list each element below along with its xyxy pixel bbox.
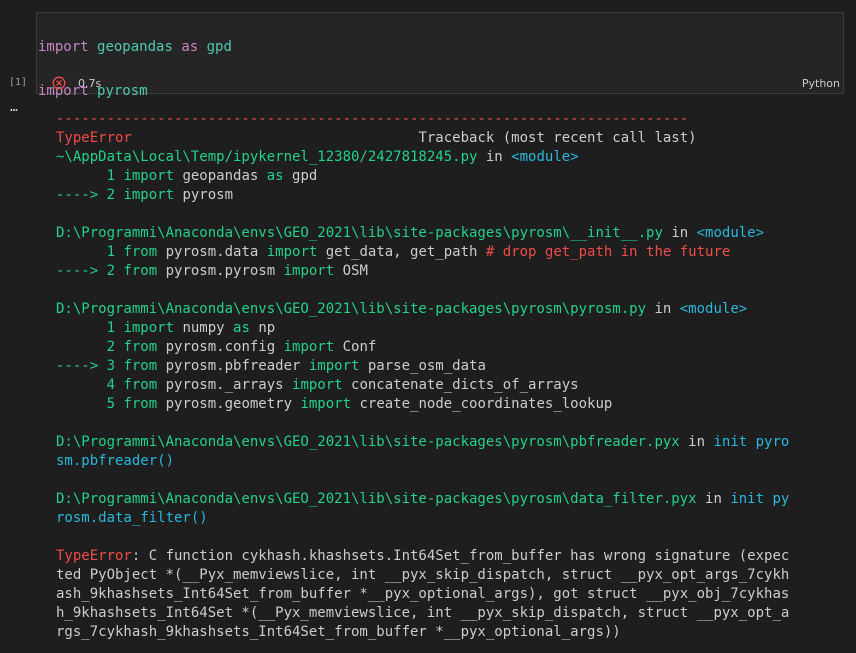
line-number: 4 [56, 377, 124, 393]
frame-path: D:\Programmi\Anaconda\envs\GEO_2021\lib\… [56, 491, 697, 507]
traceback-code-line: 1 import geopandas as gpd [56, 167, 789, 186]
code-token: from [123, 396, 158, 412]
traceback-separator: ----------------------------------------… [56, 110, 789, 129]
language-selector[interactable]: Python [802, 77, 840, 90]
line-number: 1 [56, 320, 124, 336]
line-number: 1 [56, 168, 124, 184]
frame-path: D:\Programmi\Anaconda\envs\GEO_2021\lib\… [56, 434, 680, 450]
code-token: get_data, get_path [317, 244, 486, 260]
separator-dashes: ----------------------------------------… [56, 111, 689, 127]
code-token: pyrosm.geometry [157, 396, 301, 412]
final-error-message: : C function cykhash.khashsets.Int64Set_… [56, 548, 790, 640]
line-number: ----> 3 [56, 358, 124, 374]
code-token: pyrosm.data [157, 244, 267, 260]
frame-in: in [671, 225, 689, 241]
frame-header: D:\Programmi\Anaconda\envs\GEO_2021\lib\… [56, 490, 789, 528]
code-token: from [123, 358, 158, 374]
code-token: OSM [334, 263, 368, 279]
code-token: as [233, 320, 250, 336]
traceback-code-line: 1 import numpy as np [56, 319, 789, 338]
traceback-title: Traceback (most recent call last) [418, 130, 697, 146]
code-token: create_node_coordinates_lookup [351, 396, 613, 412]
error-type: TypeError [56, 130, 132, 146]
error-circle-icon [52, 76, 66, 90]
code-token: pyrosm.config [157, 339, 284, 355]
code-token: pyrosm.pyrosm [157, 263, 284, 279]
code-token: parse_osm_data [359, 358, 486, 374]
code-token: pyrosm._arrays [157, 377, 293, 393]
frame-function: <module> [679, 301, 748, 317]
code-token: import [123, 320, 175, 336]
final-error: TypeError: C function cykhash.khashsets.… [56, 547, 789, 642]
code-token: from [123, 244, 158, 260]
frame-header: D:\Programmi\Anaconda\envs\GEO_2021\lib\… [56, 300, 789, 319]
ellipsis-icon[interactable]: … [10, 100, 19, 115]
code-line: import pyrosm [38, 83, 148, 99]
code-token: import [266, 244, 318, 260]
code-token: import [123, 187, 175, 203]
traceback-code-line: 2 from pyrosm.config import Conf [56, 338, 789, 357]
frame-header: D:\Programmi\Anaconda\envs\GEO_2021\lib\… [56, 433, 789, 471]
line-number: 1 [56, 244, 124, 260]
frame-in: in [705, 491, 722, 507]
line-number: 2 [56, 339, 124, 355]
code-token: pyrosm.pbfreader [157, 358, 309, 374]
frame-in: in [485, 149, 503, 165]
traceback-code-line: ----> 2 from pyrosm.pyrosm import OSM [56, 262, 789, 281]
code-token: import [283, 339, 335, 355]
code-token: geopandas [174, 168, 267, 184]
frame-in: in [688, 434, 706, 450]
code-token: import [292, 377, 343, 393]
execution-time: 0.7s [78, 77, 102, 90]
line-number: ----> 2 [56, 263, 124, 279]
line-number: 5 [56, 396, 124, 412]
code-token: as [266, 168, 284, 184]
code-token: from [123, 263, 158, 279]
code-token: import [283, 263, 335, 279]
frame-function: <module> [696, 225, 765, 241]
code-token: from [123, 377, 158, 393]
code-token: import [300, 396, 352, 412]
code-token: np [249, 320, 276, 336]
frame-path: D:\Programmi\Anaconda\envs\GEO_2021\lib\… [56, 225, 663, 241]
frame-function: <module> [511, 149, 579, 165]
code-token: pyrosm [174, 187, 234, 203]
frame-header: D:\Programmi\Anaconda\envs\GEO_2021\lib\… [56, 224, 789, 243]
traceback-code-line: 1 from pyrosm.data import get_data, get_… [56, 243, 789, 262]
code-token: # drop get_path in the future [485, 244, 731, 260]
frame-in: in [654, 301, 672, 317]
code-token: gpd [283, 168, 318, 184]
code-line: import geopandas as gpd [38, 39, 232, 55]
traceback-code-line: 4 from pyrosm._arrays import concatenate… [56, 376, 789, 395]
execution-count: [1] [9, 77, 28, 88]
code-token: from [123, 339, 158, 355]
code-editor[interactable]: import geopandas as gpd import pyrosm [38, 14, 232, 124]
line-number: ----> 2 [56, 187, 124, 203]
code-token: concatenate_dicts_of_arrays [342, 377, 579, 393]
traceback-code-line: ----> 3 from pyrosm.pbfreader import par… [56, 357, 789, 376]
code-token: Conf [334, 339, 377, 355]
cell-output: ----------------------------------------… [56, 110, 789, 642]
code-token: import [123, 168, 175, 184]
code-token: import [308, 358, 360, 374]
code-token: numpy [174, 320, 234, 336]
frame-header: ~\AppData\Local\Temp/ipykernel_12380/242… [56, 148, 789, 167]
final-error-type: TypeError [56, 548, 132, 564]
traceback-code-line: ----> 2 import pyrosm [56, 186, 789, 205]
traceback-code-line: 5 from pyrosm.geometry import create_nod… [56, 395, 789, 414]
frame-path: ~\AppData\Local\Temp/ipykernel_12380/242… [56, 149, 478, 165]
traceback-header: TypeError Traceback (most recent call la… [56, 129, 789, 148]
frame-path: D:\Programmi\Anaconda\envs\GEO_2021\lib\… [56, 301, 647, 317]
